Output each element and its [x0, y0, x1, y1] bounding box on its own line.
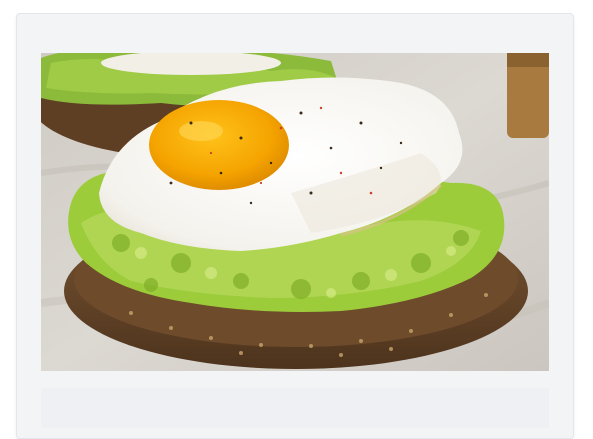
food-photo [41, 53, 549, 371]
fried-egg-avocado-toast-photo [41, 53, 549, 371]
caption-strip [41, 388, 549, 428]
